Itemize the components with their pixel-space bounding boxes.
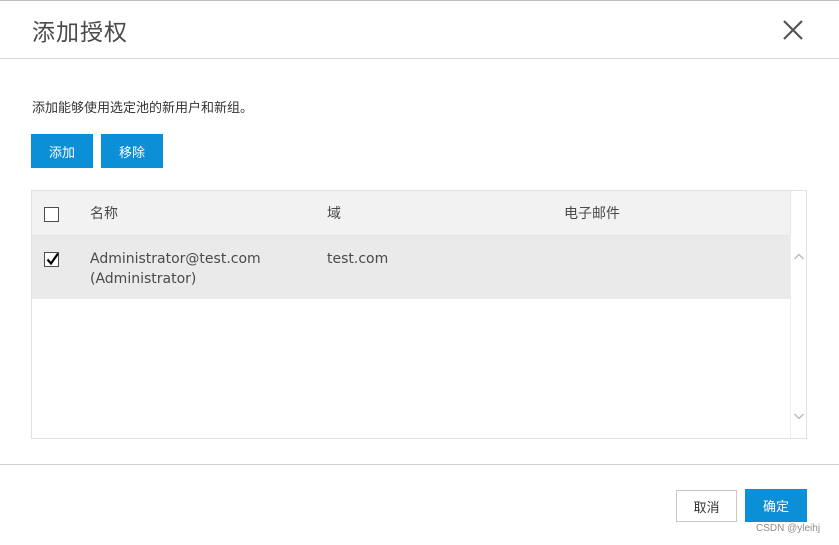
row-name-secondary: (Administrator) bbox=[90, 271, 197, 287]
checkmark-icon bbox=[46, 252, 59, 266]
row-name-primary: Administrator@test.com bbox=[90, 251, 261, 267]
table-row[interactable]: Administrator@test.com (Administrator) t… bbox=[32, 236, 790, 299]
users-table: 名称 域 电子邮件 Administrator@test.com (Admini… bbox=[31, 190, 807, 439]
row-domain: test.com bbox=[327, 251, 389, 267]
select-all-checkbox[interactable] bbox=[44, 207, 59, 222]
column-header-domain: 域 bbox=[327, 206, 341, 222]
watermark-text: CSDN @yleihj bbox=[756, 523, 821, 534]
chevron-down-icon[interactable] bbox=[793, 410, 805, 422]
close-icon[interactable] bbox=[781, 18, 805, 42]
column-header-email: 电子邮件 bbox=[564, 206, 620, 222]
chevron-up-icon[interactable] bbox=[793, 251, 805, 263]
remove-button[interactable]: 移除 bbox=[101, 134, 163, 168]
cancel-button[interactable]: 取消 bbox=[676, 490, 737, 522]
footer-divider bbox=[0, 464, 839, 465]
add-button[interactable]: 添加 bbox=[31, 134, 93, 168]
table-scrollbar[interactable] bbox=[790, 236, 806, 438]
dialog-title: 添加授权 bbox=[32, 20, 128, 46]
column-header-name: 名称 bbox=[90, 206, 118, 222]
table-header: 名称 域 电子邮件 bbox=[32, 191, 790, 236]
add-authorization-dialog: 添加授权 添加能够使用选定池的新用户和新组。 添加 移除 名称 域 电子邮件 A… bbox=[0, 0, 839, 545]
dialog-header: 添加授权 bbox=[0, 1, 839, 59]
ok-button[interactable]: 确定 bbox=[745, 489, 807, 522]
dialog-description: 添加能够使用选定池的新用户和新组。 bbox=[32, 101, 254, 116]
row-checkbox[interactable] bbox=[44, 252, 59, 267]
table-header-corner bbox=[790, 191, 806, 236]
